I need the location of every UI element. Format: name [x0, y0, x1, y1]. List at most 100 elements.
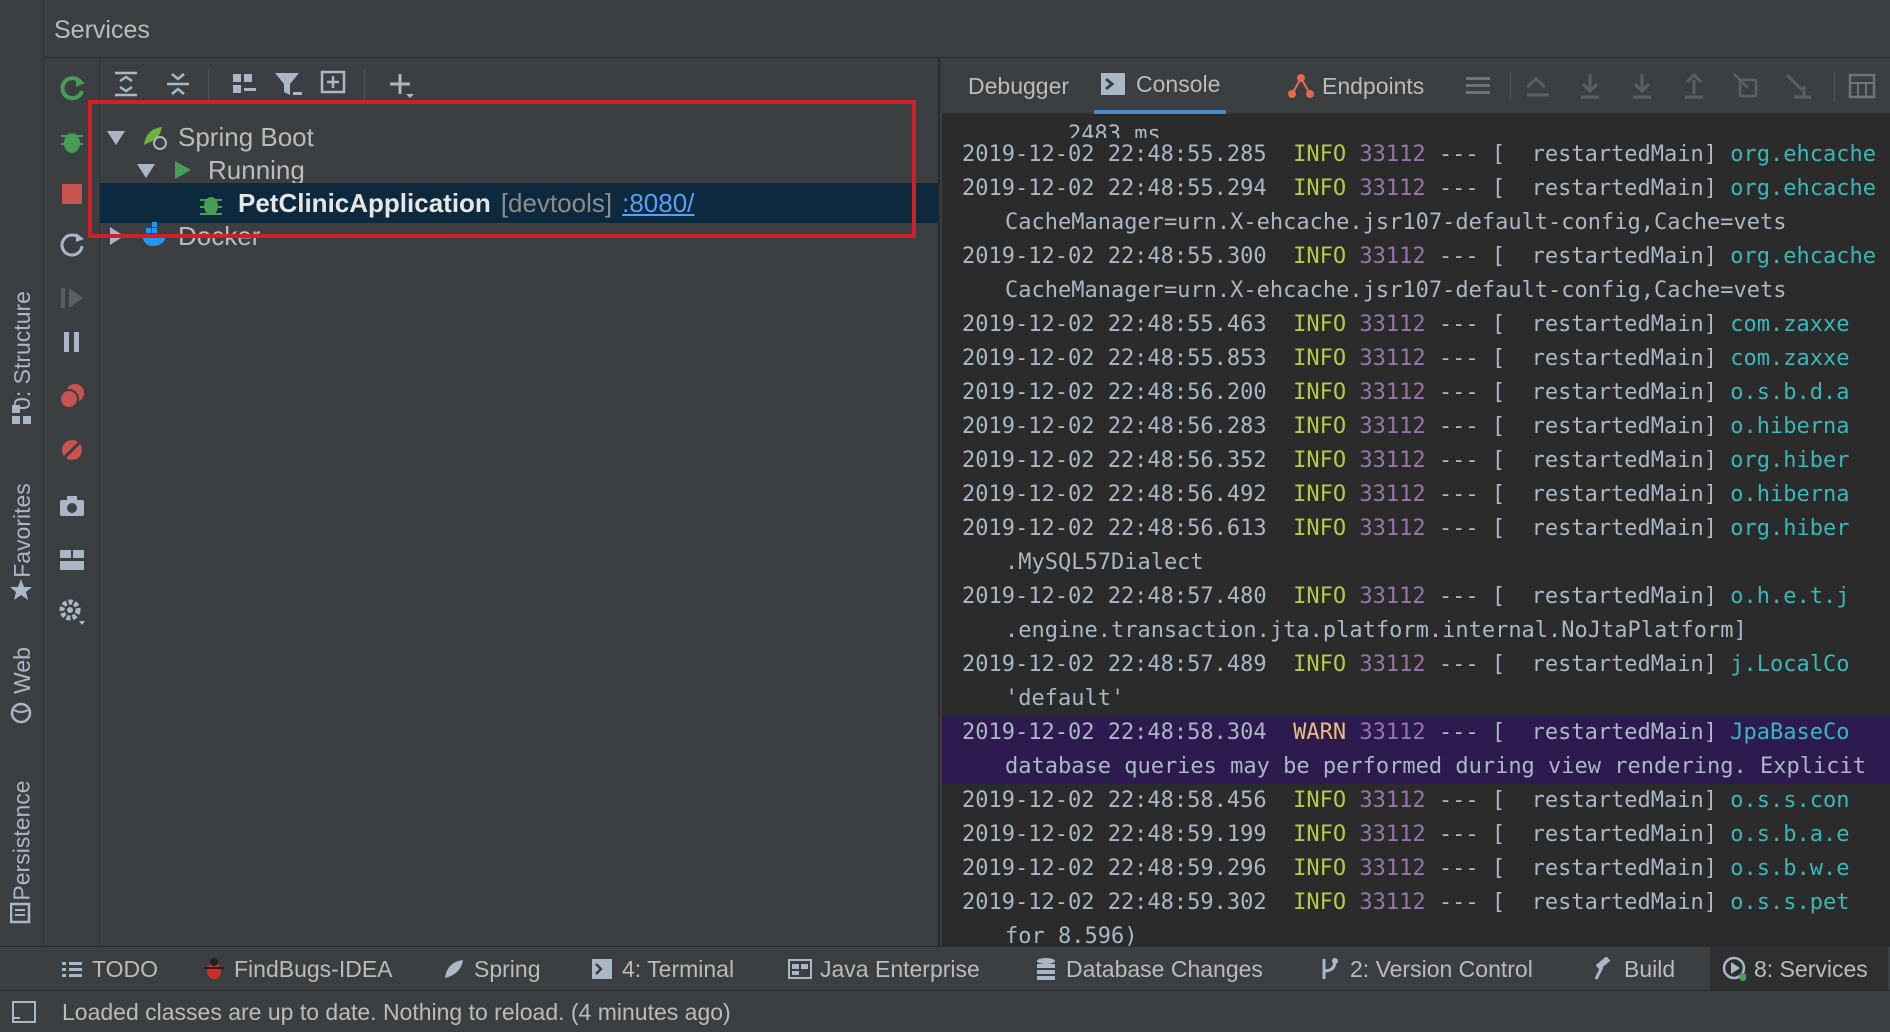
gear-icon: [59, 599, 85, 625]
console-separator: ---: [1438, 482, 1479, 507]
app-port-link[interactable]: :8080/: [622, 188, 694, 218]
services-tab[interactable]: 8: Services: [1710, 947, 1888, 991]
collapse-all-button[interactable]: [160, 66, 196, 102]
console-pid: 33112: [1359, 652, 1426, 677]
collapse-all-icon: [167, 73, 189, 95]
app-name: PetClinicApplication: [238, 187, 491, 218]
favorites-tab[interactable]: Favorites: [0, 470, 44, 590]
console-continuation-text: CacheManager=urn.X-ehcache.jsr107-defaul…: [1005, 210, 1787, 235]
console-pid: 33112: [1359, 720, 1426, 745]
add-service-button[interactable]: [382, 66, 418, 102]
menu-button[interactable]: [1462, 70, 1494, 102]
screenshot-button[interactable]: [54, 488, 90, 524]
rerun-button[interactable]: [54, 70, 90, 106]
console-line: 2019-12-02 22:48:55.300 INFO 33112 --- […: [942, 240, 1890, 274]
console-level: WARN: [1293, 720, 1347, 745]
console-logger: JpaBaseCo: [1730, 720, 1850, 745]
console-logger: o.hiberna: [1730, 482, 1850, 507]
console-timestamp: 2019-12-02 22:48:57.480: [962, 584, 1267, 609]
version-control-tab[interactable]: 2: Version Control: [1318, 947, 1533, 991]
database-changes-tab[interactable]: Database Changes: [1034, 947, 1263, 991]
view-breakpoints-button[interactable]: [54, 378, 90, 414]
todo-tab[interactable]: TODO: [60, 947, 158, 991]
console-separator: ---: [1438, 584, 1479, 609]
spring-tab[interactable]: Spring: [442, 947, 540, 991]
console-line: 2019-12-02 22:48:56.492 INFO 33112 --- […: [942, 478, 1890, 512]
console-separator: ---: [1438, 244, 1479, 269]
drop-frame-button[interactable]: [1730, 70, 1762, 102]
tab-debugger[interactable]: Debugger: [968, 58, 1069, 114]
expand-arrow-icon[interactable]: [137, 164, 155, 178]
services-header: Services: [44, 0, 1890, 58]
console-thread: [ restartedMain]: [1491, 482, 1718, 507]
expand-arrow-icon[interactable]: [107, 131, 125, 145]
run-to-cursor-button[interactable]: [1782, 70, 1814, 102]
terminal-tab[interactable]: 4: Terminal: [590, 947, 734, 991]
console-level: INFO: [1293, 244, 1347, 269]
tool-window-bar: TODO FindBugs-IDEA Spring 4: Terminal Ja…: [0, 946, 1890, 991]
layout-button[interactable]: [54, 542, 90, 578]
persistence-tab-label: Persistence: [8, 779, 35, 901]
list-icon: [62, 962, 82, 977]
console-logger: o.h.e.t.j: [1730, 584, 1850, 609]
console-timestamp: 2019-12-02 22:48:56.283: [962, 414, 1267, 439]
group-by-button[interactable]: [226, 66, 262, 102]
console-timestamp: 2019-12-02 22:48:55.285: [962, 142, 1267, 167]
run-dashboard-pane: Debugger Console Endpoints 2483 ms 2019-…: [942, 58, 1890, 946]
console-output[interactable]: 2483 ms 2019-12-02 22:48:55.285 INFO 331…: [942, 114, 1890, 946]
evaluate-expression-button[interactable]: [1846, 70, 1878, 102]
mute-breakpoints-button[interactable]: [54, 432, 90, 468]
console-pid: 33112: [1359, 516, 1426, 541]
console-line: for 8.596): [942, 920, 1890, 946]
resume-button[interactable]: [54, 280, 90, 316]
toolbar-separator: [1510, 72, 1511, 102]
expand-all-button[interactable]: [108, 66, 144, 102]
todo-tab-label: TODO: [92, 955, 159, 982]
java-enterprise-tab[interactable]: Java Enterprise: [788, 947, 980, 991]
tab-endpoints[interactable]: Endpoints: [1286, 58, 1424, 114]
resume-icon: [61, 288, 83, 308]
persistence-tab[interactable]: Persistence: [0, 770, 44, 910]
spring-leaf-icon: [445, 960, 463, 978]
hamburger-icon: [1466, 77, 1490, 94]
step-over-button[interactable]: [1574, 70, 1606, 102]
vcs-icon: [1322, 958, 1338, 979]
tree-row-docker[interactable]: Docker: [100, 216, 938, 256]
stop-button[interactable]: [54, 176, 90, 212]
new-tab-button[interactable]: [316, 66, 352, 102]
console-timestamp: 2019-12-02 22:48:55.294: [962, 176, 1267, 201]
web-tab[interactable]: Web: [0, 640, 44, 700]
console-pid: 33112: [1359, 380, 1426, 405]
step-into-button[interactable]: [1626, 70, 1658, 102]
console-separator: ---: [1438, 414, 1479, 439]
expand-arrow-icon[interactable]: [110, 227, 124, 245]
console-logger: j.LocalCo: [1730, 652, 1850, 677]
calculator-icon: [1848, 73, 1876, 99]
docker-label: Docker: [178, 220, 261, 251]
pause-button[interactable]: [54, 324, 90, 360]
settings-button[interactable]: [54, 594, 90, 630]
hammer-icon: [1594, 957, 1611, 980]
tab-console[interactable]: Console: [1094, 58, 1227, 114]
console-partial-line: 2483 ms: [942, 114, 1890, 139]
show-execution-point-button[interactable]: [1522, 70, 1554, 102]
findbugs-tab[interactable]: FindBugs-IDEA: [202, 947, 393, 991]
step-out-button[interactable]: [1678, 70, 1710, 102]
status-panel-icon[interactable]: [12, 1001, 36, 1023]
build-tab[interactable]: Build: [1592, 947, 1675, 991]
console-line: CacheManager=urn.X-ehcache.jsr107-defaul…: [942, 206, 1890, 240]
debug-bug-icon: [61, 133, 83, 153]
console-thread: [ restartedMain]: [1491, 176, 1718, 201]
console-separator: ---: [1438, 890, 1479, 915]
restart-button[interactable]: [54, 226, 90, 262]
console-timestamp: 2019-12-02 22:48:55.300: [962, 244, 1267, 269]
console-timestamp: 2019-12-02 22:48:59.199: [962, 822, 1267, 847]
console-line: 2019-12-02 22:48:59.199 INFO 33112 --- […: [942, 818, 1890, 852]
console-line: .engine.transaction.jta.platform.interna…: [942, 614, 1890, 648]
filter-button[interactable]: [270, 66, 306, 102]
step-into-icon: [1633, 74, 1651, 99]
console-separator: ---: [1438, 720, 1479, 745]
debug-button[interactable]: [54, 123, 90, 159]
console-logger: org.hiber: [1730, 448, 1850, 473]
endpoints-icon: [1288, 74, 1314, 98]
